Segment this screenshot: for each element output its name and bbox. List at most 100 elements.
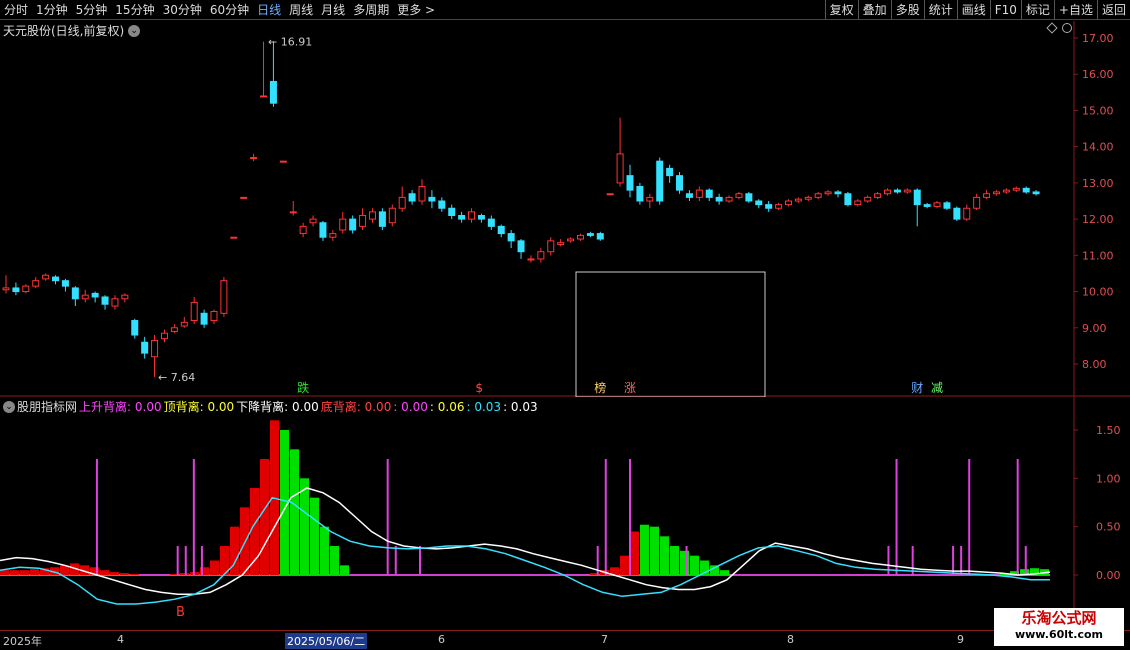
price-tick-label: 10.00 xyxy=(1082,286,1114,299)
toolbar-button[interactable]: F10 xyxy=(989,0,1021,20)
indicator-bar xyxy=(650,526,659,575)
candle-body xyxy=(477,214,485,220)
toolbar-button[interactable]: 叠加 xyxy=(857,0,891,20)
candle-body xyxy=(804,196,812,200)
indicator-legend-item: 上升背离: 0.00 xyxy=(79,400,162,414)
indicator-bar xyxy=(260,459,269,575)
indicator-name[interactable]: 股朋指标网 xyxy=(17,398,77,415)
candle-body xyxy=(408,193,416,202)
candle-body xyxy=(864,196,872,202)
candle-body xyxy=(121,294,129,300)
candle-body xyxy=(170,327,178,332)
candle-body xyxy=(428,196,436,202)
candle-body xyxy=(319,222,327,238)
candle-body xyxy=(507,233,515,242)
period-tab[interactable]: 60分钟 xyxy=(206,0,253,20)
indicator-bar xyxy=(130,574,139,575)
date-label: 4 xyxy=(117,633,124,646)
candle-body xyxy=(309,218,317,224)
period-tab[interactable]: 30分钟 xyxy=(159,0,206,20)
candle-body xyxy=(992,191,1000,195)
candle-body xyxy=(666,167,674,177)
indicator-bar xyxy=(30,569,39,575)
event-marker: $ xyxy=(475,381,483,395)
indicator-bar xyxy=(660,536,669,575)
candle-body xyxy=(250,157,258,160)
price-tick-label: 13.00 xyxy=(1082,177,1114,190)
toolbar-button[interactable]: 统计 xyxy=(923,0,957,20)
indicator-bar xyxy=(20,570,29,575)
period-tab[interactable]: 周线 xyxy=(285,0,317,20)
candle-body xyxy=(329,233,337,238)
candle-body xyxy=(784,200,792,206)
toolbar-button[interactable]: +自选 xyxy=(1053,0,1097,20)
indicator-chart[interactable]: 1.50 1.00 0.50 0.00 B xyxy=(0,397,1130,630)
candle-body xyxy=(923,204,931,207)
candle-body xyxy=(834,191,842,195)
period-tab[interactable]: 月线 xyxy=(317,0,349,20)
period-tab[interactable]: 15分钟 xyxy=(111,0,158,20)
candle-body xyxy=(210,310,218,322)
candle-body xyxy=(765,204,773,209)
candle-body xyxy=(299,225,307,235)
indicator-bar xyxy=(310,497,319,575)
toolbar-button[interactable]: 多股 xyxy=(890,0,924,20)
candle-body xyxy=(12,287,20,293)
candle-body xyxy=(339,218,347,231)
indicator-legend-item: : 0.03 xyxy=(503,399,538,414)
candle-body xyxy=(646,196,654,202)
period-tab[interactable]: 日线 xyxy=(253,0,285,20)
candle-body xyxy=(418,186,426,202)
toolbar-button[interactable]: 复权 xyxy=(824,0,858,20)
indicator-bar xyxy=(640,524,649,575)
period-toolbar: 分时 1分钟 5分钟 15分钟 30分钟 60分钟 日线 周线 月线 多周期 更多 > 复权 叠加 多股… xyxy=(0,0,1130,20)
candle-body xyxy=(844,193,852,206)
indicator-bar xyxy=(630,531,639,575)
candle-body xyxy=(755,200,763,206)
tool-buttons: 复权 叠加 多股 统计 画线 F10 标记 +自选 返回 xyxy=(824,0,1130,20)
date-label: 7 xyxy=(601,633,608,646)
price-tick-label: 12.00 xyxy=(1082,213,1114,226)
indicator-bar xyxy=(120,573,129,575)
candle-body xyxy=(626,175,634,191)
period-tab[interactable]: 更多 > xyxy=(393,0,439,20)
candle-body xyxy=(1032,191,1040,195)
candle-body xyxy=(200,312,208,325)
event-marker: 跌 xyxy=(297,380,309,395)
candlestick-chart[interactable]: 17.00 16.00 15.00 14.00 13.00 12.00 11.00 10.00… xyxy=(0,21,1130,397)
candle-body xyxy=(527,258,535,261)
toolbar-button[interactable]: 画线 xyxy=(956,0,990,20)
high-price-label: ← 16.91 xyxy=(268,35,312,48)
toolbar-button[interactable]: 标记 xyxy=(1020,0,1054,20)
indicator-legend: ⌄ 股朋指标网 上升背离: 0.00 顶背离: 0.00 下降背离: 0.00 底背离… xyxy=(3,398,538,415)
candle-body xyxy=(903,189,911,193)
candle-body xyxy=(160,332,168,340)
indicator-legend-item: 顶背离: 0.00 xyxy=(163,400,235,414)
candle-body xyxy=(71,287,79,300)
indicator-bar xyxy=(720,570,729,575)
dropdown-circle-icon[interactable]: ⌄ xyxy=(128,24,141,37)
period-tab[interactable]: 分时 xyxy=(0,0,32,20)
date-label: 6 xyxy=(438,633,445,646)
watermark-logo: 乐淘公式网 www.60lt.com xyxy=(994,608,1124,646)
period-list: 分时 1分钟 5分钟 15分钟 30分钟 60分钟 日线 周线 月线 多周期 更多 > xyxy=(0,0,439,20)
indicator-bar xyxy=(300,478,309,575)
candle-body xyxy=(81,294,89,300)
indicator-toggle-icon[interactable]: ⌄ xyxy=(3,400,15,413)
price-tick-label: 14.00 xyxy=(1082,141,1114,154)
candle-body xyxy=(586,233,594,236)
candle-body xyxy=(151,339,159,358)
candle-body xyxy=(606,193,614,196)
candle-body xyxy=(695,189,703,198)
candle-body xyxy=(438,200,446,209)
stock-title: 天元股份(日线,前复权) ⌄ xyxy=(3,22,141,39)
period-tab[interactable]: 多周期 xyxy=(349,0,393,20)
circle-settings-icon[interactable] xyxy=(1062,23,1072,33)
candle-body xyxy=(220,280,228,314)
buy-marker: B xyxy=(176,605,185,620)
toolbar-button[interactable]: 返回 xyxy=(1096,0,1130,20)
candle-body xyxy=(973,196,981,209)
period-tab[interactable]: 1分钟 xyxy=(32,0,72,20)
period-tab[interactable]: 5分钟 xyxy=(72,0,112,20)
candle-body xyxy=(279,160,287,163)
